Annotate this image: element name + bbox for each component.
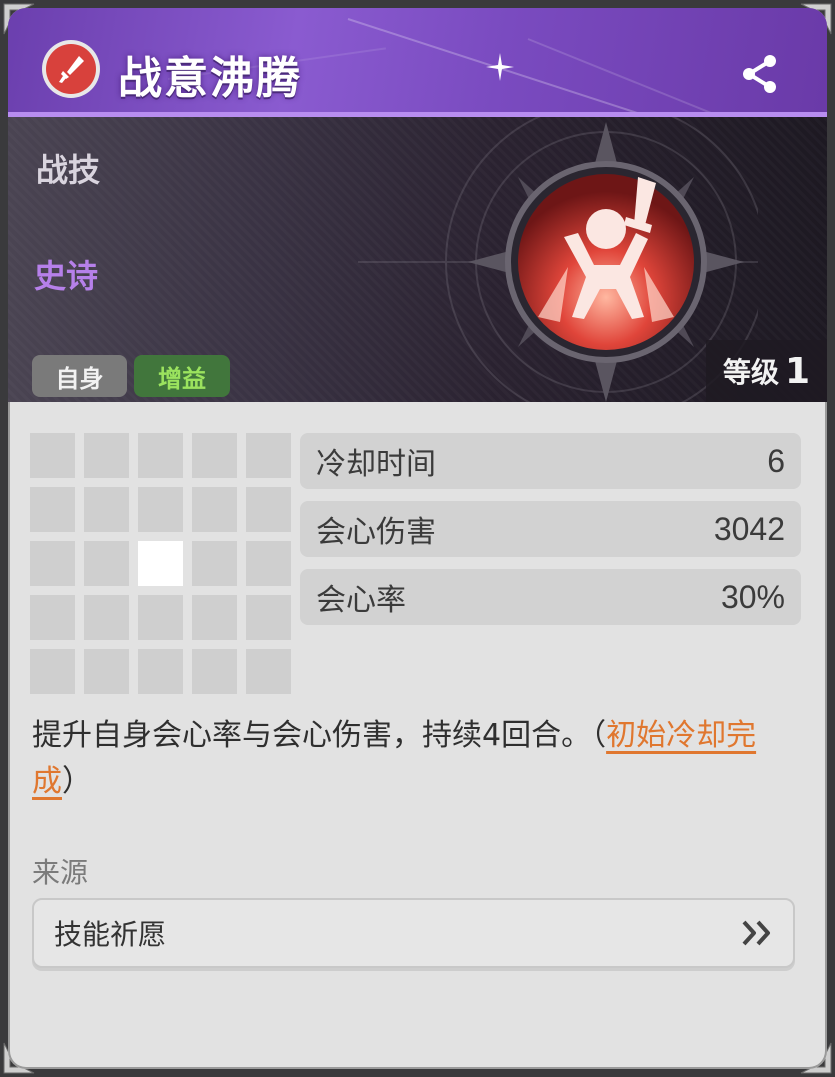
description-text: 提升自身会心率与会心伤害，持续4回合。（	[32, 718, 607, 753]
stat-row-crit-rate: 会心率 30%	[300, 569, 801, 625]
range-cell	[246, 433, 291, 478]
range-cell	[30, 541, 75, 586]
range-cell	[84, 649, 129, 694]
tag-self: 自身	[32, 355, 127, 397]
stat-label: 冷却时间	[316, 447, 436, 482]
skill-card: 战意沸腾 战技 史诗 自身 增益 等级 1 冷却时间 6 会心伤害 3042 会…	[8, 8, 827, 1069]
range-cell	[30, 595, 75, 640]
range-cell	[246, 595, 291, 640]
range-cell	[192, 541, 237, 586]
range-cell	[246, 541, 291, 586]
skill-type-label: 战技	[36, 151, 101, 189]
stat-value: 6	[767, 442, 785, 479]
range-cell	[84, 487, 129, 532]
level-label: 等级	[722, 356, 779, 389]
range-cell	[246, 649, 291, 694]
sparkle-icon	[486, 53, 514, 81]
range-cell	[246, 487, 291, 532]
range-cell	[138, 595, 183, 640]
range-grid	[30, 433, 292, 695]
sword-icon	[59, 56, 84, 83]
range-cell	[84, 595, 129, 640]
range-cell	[192, 649, 237, 694]
tag-buff: 增益	[134, 355, 230, 397]
stat-label: 会心伤害	[316, 515, 436, 550]
double-chevron-right-icon	[742, 920, 770, 946]
source-skill-wish-button[interactable]: 技能祈愿	[32, 898, 795, 968]
skill-title: 战意沸腾	[118, 53, 302, 104]
source-label: 来源	[32, 856, 89, 889]
description-close: ）	[62, 764, 92, 799]
level-display: 等级 1	[706, 340, 827, 402]
range-cell	[192, 595, 237, 640]
source-button-label: 技能祈愿	[54, 918, 167, 951]
skill-banner: 战技 史诗 自身 增益 等级 1	[8, 117, 827, 402]
stat-row-crit-damage: 会心伤害 3042	[300, 501, 801, 557]
range-cell-active	[138, 541, 183, 586]
stat-label: 会心率	[316, 583, 406, 618]
range-cell	[192, 433, 237, 478]
level-value: 1	[784, 350, 811, 392]
range-cell	[138, 433, 183, 478]
stat-value: 30%	[720, 578, 785, 615]
range-cell	[30, 487, 75, 532]
share-icon[interactable]	[738, 52, 782, 96]
range-cell	[192, 487, 237, 532]
skill-rarity-label: 史诗	[34, 257, 99, 295]
card-header: 战意沸腾	[8, 8, 827, 117]
range-cell	[30, 649, 75, 694]
stat-value: 3042	[713, 510, 785, 547]
range-cell	[30, 433, 75, 478]
range-cell	[138, 649, 183, 694]
skill-description: 提升自身会心率与会心伤害，持续4回合。（初始冷却完成）	[32, 713, 802, 805]
skill-type-badge	[42, 40, 100, 98]
stat-row-cooldown: 冷却时间 6	[300, 433, 801, 489]
skill-art-compass	[358, 117, 758, 402]
range-cell	[84, 541, 129, 586]
range-cell	[138, 487, 183, 532]
range-cell	[84, 433, 129, 478]
